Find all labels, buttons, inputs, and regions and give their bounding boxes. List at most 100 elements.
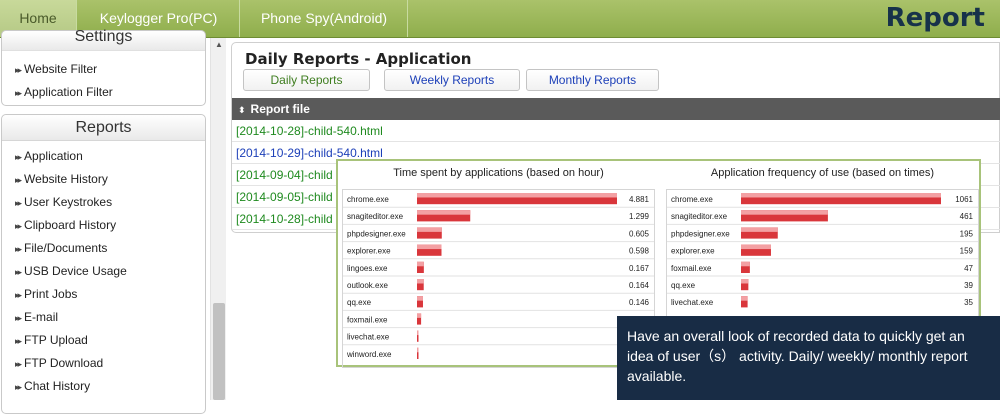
double-arrow-icon: ▸▸ <box>15 152 22 162</box>
chart-category-label: chrome.exe <box>347 195 389 204</box>
chart-value-label: 47 <box>964 264 973 273</box>
sidebar-item-label: Print Jobs <box>24 287 78 301</box>
chart-bar-highlight <box>417 296 423 301</box>
double-arrow-icon: ▸▸ <box>15 244 22 254</box>
chart-bar-highlight <box>741 193 941 198</box>
reports-title: Daily Reports - Application <box>245 50 472 68</box>
sidebar-item-print-jobs[interactable]: ▸▸ Print Jobs <box>2 283 205 306</box>
sidebar-item-label: Website Filter <box>24 62 98 76</box>
chart-category-label: qq.exe <box>347 298 372 307</box>
sidebar-item-e-mail[interactable]: ▸▸ E-mail <box>2 306 205 329</box>
sidebar-item-website-history[interactable]: ▸▸ Website History <box>2 168 205 191</box>
double-arrow-icon: ▸▸ <box>15 65 22 75</box>
sidebar-item-website-filter[interactable]: ▸▸ Website Filter <box>2 58 205 81</box>
sidebar-item-label: Chat History <box>24 379 91 393</box>
sidebar-item-usb-device-usage[interactable]: ▸▸ USB Device Usage <box>2 260 205 283</box>
sidebar-item-application-filter[interactable]: ▸▸ Application Filter <box>2 81 205 104</box>
monthly-reports-button[interactable]: Monthly Reports <box>526 69 659 91</box>
time-spent-bar-chart: chrome.exe 4.881 snagiteditor.exe 1.299 phpd… <box>343 193 654 359</box>
chart-bar-highlight <box>741 279 749 284</box>
chart-value-label: 461 <box>960 212 974 221</box>
chart-value-label: 1061 <box>955 195 973 204</box>
chart-bar-highlight <box>417 313 422 318</box>
sort-icon: ⬍ <box>238 105 246 115</box>
report-file-column-header[interactable]: ⬍ Report file <box>232 98 1000 120</box>
chart-category-label: livechat.exe <box>671 298 714 307</box>
sidebar-item-ftp-upload[interactable]: ▸▸ FTP Upload <box>2 329 205 352</box>
sidebar-item-label: Clipboard History <box>24 218 117 232</box>
sidebar-item-label: Website History <box>24 172 108 186</box>
double-arrow-icon: ▸▸ <box>15 313 22 323</box>
chart-value-label: 0.164 <box>629 281 650 290</box>
scrollbar-thumb[interactable] <box>213 303 225 400</box>
double-arrow-icon: ▸▸ <box>15 336 22 346</box>
frequency-chart: Application frequency of use (based on t… <box>666 161 979 317</box>
sidebar-item-clipboard-history[interactable]: ▸▸ Clipboard History <box>2 214 205 237</box>
double-arrow-icon: ▸▸ <box>15 175 22 185</box>
feature-callout: Have an overall look of recorded data to… <box>617 316 1000 400</box>
page-title: Report <box>885 3 985 33</box>
double-arrow-icon: ▸▸ <box>15 221 22 231</box>
chart-bar-highlight <box>417 244 442 250</box>
chart-category-label: lingoes.exe <box>347 264 388 273</box>
chart-value-label: 0.146 <box>629 298 650 307</box>
double-arrow-icon: ▸▸ <box>15 267 22 277</box>
chart-value-label: 0.598 <box>629 247 650 256</box>
chart-bar-highlight <box>417 193 617 198</box>
sidebar-item-label: USB Device Usage <box>24 264 127 278</box>
settings-panel: Settings ▸▸ Website Filter ▸▸ Application … <box>1 29 206 106</box>
sidebar-scrollbar[interactable]: ▲ <box>210 38 226 400</box>
sidebar-item-label: FTP Upload <box>24 333 88 347</box>
chart-value-label: 39 <box>964 281 973 290</box>
sidebar-item-application[interactable]: ▸▸ Application <box>2 145 205 168</box>
chart-category-label: phpdesigner.exe <box>347 229 406 238</box>
sidebar-item-user-keystrokes[interactable]: ▸▸ User Keystrokes <box>2 191 205 214</box>
chart-bar-highlight <box>741 296 748 301</box>
chart-bar-highlight <box>417 261 424 267</box>
chart-bar-highlight <box>741 244 771 250</box>
chart-value-label: 1.299 <box>629 212 650 221</box>
double-arrow-icon: ▸▸ <box>15 198 22 208</box>
settings-header: Settings <box>2 29 205 51</box>
sidebar-item-label: Application Filter <box>24 85 113 99</box>
chart-category-label: foxmail.exe <box>347 315 388 324</box>
frequency-bar-chart: chrome.exe 1061 snagiteditor.exe 461 phpdesi… <box>667 193 978 308</box>
sidebar-item-chat-history[interactable]: ▸▸ Chat History <box>2 375 205 398</box>
double-arrow-icon: ▸▸ <box>15 382 22 392</box>
chart-category-label: snagiteditor.exe <box>671 212 728 221</box>
column-header-label: Report file <box>250 102 310 116</box>
chart-category-label: chrome.exe <box>671 195 713 204</box>
sidebar-item-label: User Keystrokes <box>24 195 113 209</box>
chart-bar-highlight <box>417 330 419 336</box>
chart-category-label: explorer.exe <box>347 247 391 256</box>
sidebar-item-file-documents[interactable]: ▸▸ File/Documents <box>2 237 205 260</box>
chart-bar-highlight <box>741 210 828 215</box>
chart-title: Time spent by applications (based on hou… <box>393 167 604 179</box>
double-arrow-icon: ▸▸ <box>15 359 22 369</box>
sidebar-item-label: File/Documents <box>24 241 108 255</box>
sidebar-item-ftp-download[interactable]: ▸▸ FTP Download <box>2 352 205 375</box>
chart-category-label: outlook.exe <box>347 281 388 290</box>
double-arrow-icon: ▸▸ <box>15 88 22 98</box>
chart-category-label: foxmail.exe <box>671 264 712 273</box>
tab-phone-spy[interactable]: Phone Spy(Android) <box>241 0 408 37</box>
chart-bar-highlight <box>741 227 778 232</box>
report-file-link[interactable]: [2014-10-28]-child-540.html <box>232 120 1000 142</box>
double-arrow-icon: ▸▸ <box>15 290 22 300</box>
chart-bar-highlight <box>417 210 471 215</box>
chart-bar-highlight <box>417 227 442 232</box>
scroll-up-icon[interactable]: ▲ <box>211 38 227 52</box>
sidebar-item-label: Application <box>24 149 83 163</box>
chart-value-label: 4.881 <box>629 195 650 204</box>
chart-value-label: 159 <box>960 247 974 256</box>
sidebar-item-label: FTP Download <box>24 356 104 370</box>
chart-value-label: 0.167 <box>629 264 650 273</box>
weekly-reports-button[interactable]: Weekly Reports <box>384 69 520 91</box>
time-spent-chart: Time spent by applications (based on hou… <box>342 161 655 368</box>
daily-reports-button[interactable]: Daily Reports <box>243 69 370 91</box>
sidebar-item-label: E-mail <box>24 310 59 324</box>
chart-category-label: explorer.exe <box>671 247 715 256</box>
chart-title: Application frequency of use (based on t… <box>710 167 935 179</box>
chart-category-label: livechat.exe <box>347 333 390 342</box>
chart-value-label: 0.605 <box>629 229 650 238</box>
